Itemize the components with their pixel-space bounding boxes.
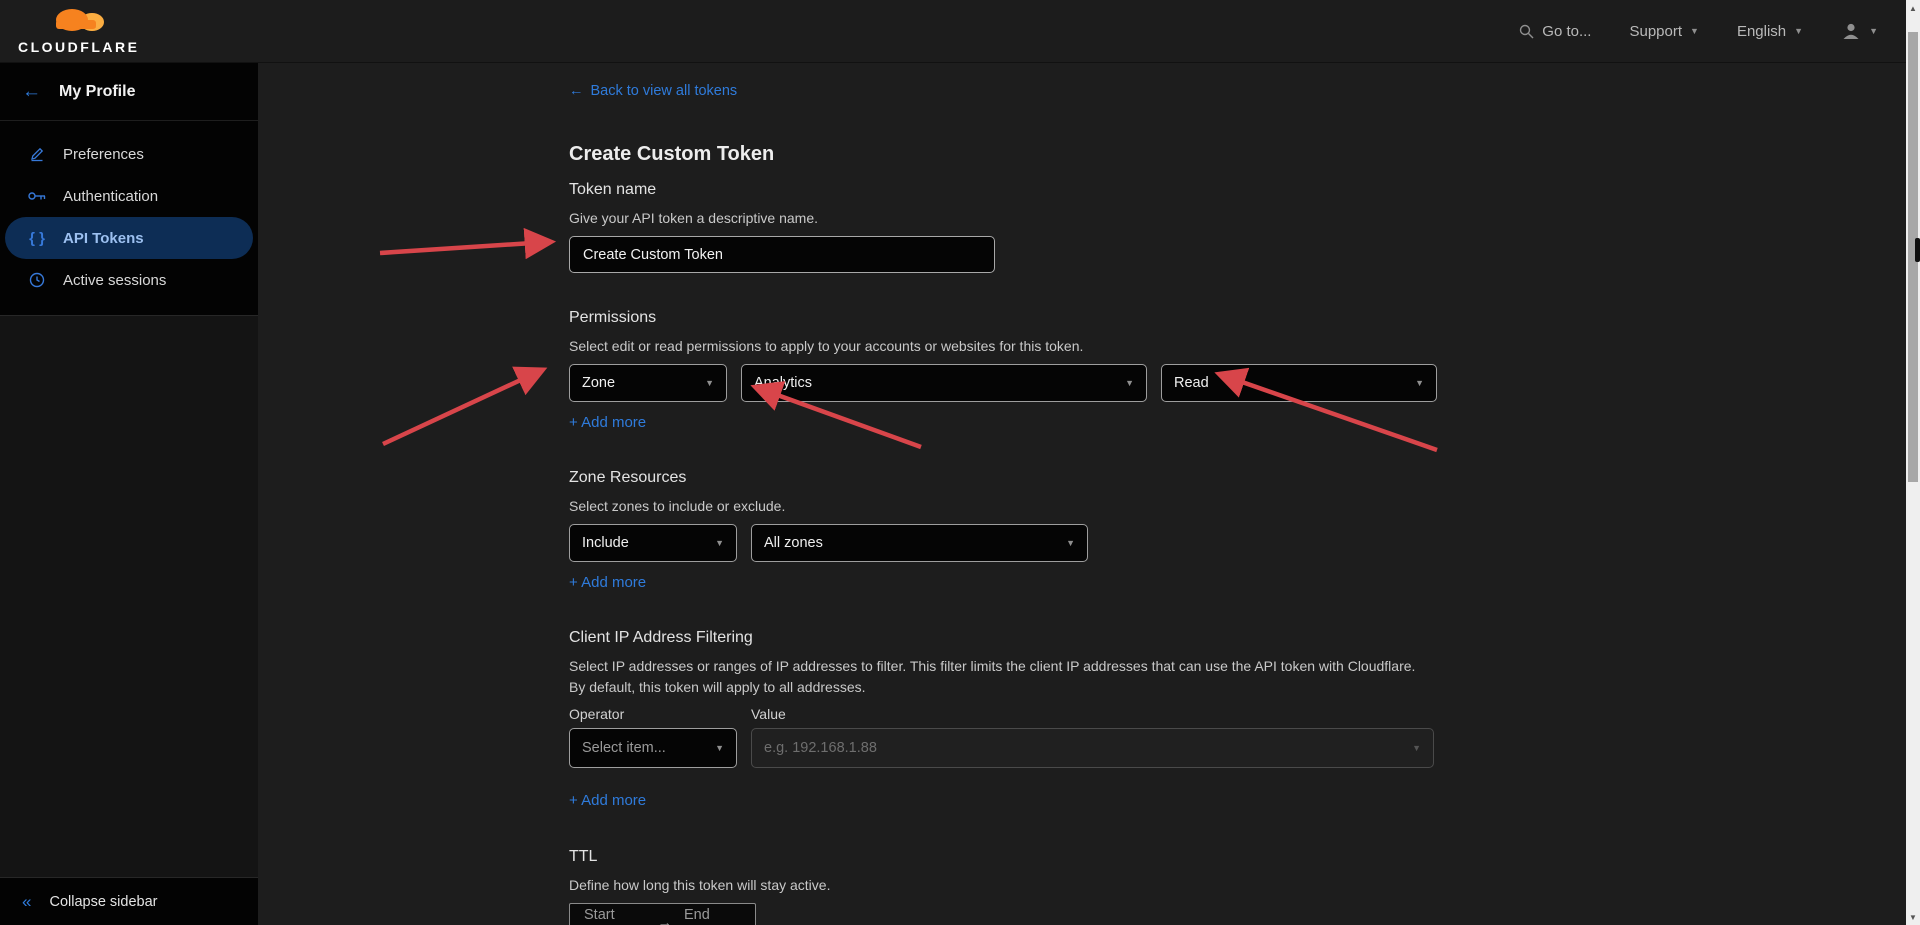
token-name-description: Give your API token a descriptive name. (569, 208, 1429, 229)
zone-resources-description: Select zones to include or exclude. (569, 496, 1429, 517)
sidebar-item-label: Authentication (63, 188, 158, 205)
collapse-sidebar-button[interactable]: « Collapse sidebar (0, 877, 258, 925)
sidebar-item-preferences[interactable]: Preferences (5, 133, 253, 175)
ip-filtering-heading: Client IP Address Filtering (569, 628, 1906, 648)
account-menu[interactable]: ▼ (1841, 22, 1878, 40)
ip-value-placeholder: e.g. 192.168.1.88 (764, 740, 877, 756)
permission-access-value: Read (1174, 375, 1209, 391)
pencil-icon (27, 146, 47, 162)
chevron-down-icon: ▼ (1412, 743, 1421, 753)
sidebar-item-api-tokens[interactable]: { } API Tokens (5, 217, 253, 259)
token-name-input[interactable] (569, 236, 995, 273)
language-menu[interactable]: English ▼ (1737, 23, 1803, 40)
ip-operator-select[interactable]: Select item... ▼ (569, 728, 737, 768)
sidebar-item-authentication[interactable]: Authentication (5, 175, 253, 217)
zone-selection-select[interactable]: All zones ▼ (751, 524, 1088, 562)
clock-icon (27, 272, 47, 288)
ip-filtering-add-more-link[interactable]: + Add more (569, 792, 646, 810)
zone-mode-value: Include (582, 535, 629, 551)
zone-resources-add-more-link[interactable]: + Add more (569, 574, 646, 592)
chevron-down-icon: ▼ (1869, 26, 1878, 36)
collapse-chevrons-icon: « (22, 892, 31, 912)
sidebar-title: My Profile (59, 83, 135, 101)
ttl-start-date: Start Date (584, 907, 646, 925)
permissions-description: Select edit or read permissions to apply… (569, 336, 1429, 357)
chevron-down-icon: ▼ (1125, 378, 1134, 388)
ttl-heading: TTL (569, 847, 1906, 867)
cloudflare-logo[interactable]: CLOUDFLARE (18, 8, 139, 55)
chevron-down-icon: ▼ (1794, 26, 1803, 36)
top-bar: CLOUDFLARE Go to... Support ▼ English ▼ (0, 0, 1906, 63)
chevron-down-icon: ▼ (705, 378, 714, 388)
braces-icon: { } (27, 230, 47, 247)
support-label: Support (1629, 23, 1682, 40)
sidebar-item-label: Active sessions (63, 272, 166, 289)
scrollbar-down-icon[interactable]: ▼ (1906, 909, 1920, 925)
ip-filtering-description: Select IP addresses or ranges of IP addr… (569, 656, 1429, 698)
ttl-date-range-picker[interactable]: Start Date → End Date (569, 903, 756, 925)
chevron-down-icon: ▼ (1066, 538, 1075, 548)
sidebar-item-active-sessions[interactable]: Active sessions (5, 259, 253, 301)
chevron-down-icon: ▼ (1690, 26, 1699, 36)
key-icon (27, 190, 47, 202)
sidebar-item-label: API Tokens (63, 230, 144, 247)
chevron-down-icon: ▼ (715, 743, 724, 753)
permission-scope-select[interactable]: Zone ▼ (569, 364, 727, 402)
value-label: Value (751, 705, 786, 723)
goto-label: Go to... (1542, 23, 1591, 40)
back-link-label: Back to view all tokens (591, 82, 738, 100)
permissions-heading: Permissions (569, 308, 1906, 328)
operator-label: Operator (569, 705, 751, 723)
back-arrow-icon: ← (569, 82, 584, 100)
zone-resources-heading: Zone Resources (569, 468, 1906, 488)
permission-group-value: Analytics (754, 375, 812, 391)
scrollbar-up-icon[interactable]: ▲ (1906, 0, 1920, 16)
main-content: ← Back to view all tokens Create Custom … (258, 63, 1906, 925)
goto-search[interactable]: Go to... (1519, 23, 1591, 40)
search-icon (1519, 24, 1534, 39)
chevron-down-icon: ▼ (1415, 378, 1424, 388)
support-menu[interactable]: Support ▼ (1629, 23, 1698, 40)
ttl-end-date: End Date (684, 907, 741, 925)
zone-selection-value: All zones (764, 535, 823, 551)
page-title: Create Custom Token (569, 142, 1906, 166)
collapse-label: Collapse sidebar (49, 894, 157, 910)
date-range-arrow-icon: → (658, 915, 673, 925)
permission-group-select[interactable]: Analytics ▼ (741, 364, 1147, 402)
sidebar: ← My Profile Preferences Authentication … (0, 63, 258, 925)
mouse-cursor (1915, 238, 1920, 262)
back-arrow-icon[interactable]: ← (22, 81, 41, 103)
back-to-tokens-link[interactable]: ← Back to view all tokens (569, 82, 737, 100)
sidebar-header: ← My Profile (0, 63, 258, 121)
chevron-down-icon: ▼ (715, 538, 724, 548)
permission-scope-value: Zone (582, 375, 615, 391)
user-icon (1841, 22, 1861, 40)
language-label: English (1737, 23, 1786, 40)
ip-operator-placeholder: Select item... (582, 740, 666, 756)
zone-mode-select[interactable]: Include ▼ (569, 524, 737, 562)
ttl-description: Define how long this token will stay act… (569, 875, 1429, 896)
cloudflare-cloud-icon (48, 8, 110, 38)
ip-value-combobox[interactable]: e.g. 192.168.1.88 ▼ (751, 728, 1434, 768)
page-scrollbar[interactable]: ▲ ▼ (1906, 0, 1920, 925)
permission-access-select[interactable]: Read ▼ (1161, 364, 1437, 402)
sidebar-item-label: Preferences (63, 146, 144, 163)
permissions-add-more-link[interactable]: + Add more (569, 414, 646, 432)
token-name-heading: Token name (569, 180, 1906, 200)
brand-text: CLOUDFLARE (18, 39, 139, 55)
